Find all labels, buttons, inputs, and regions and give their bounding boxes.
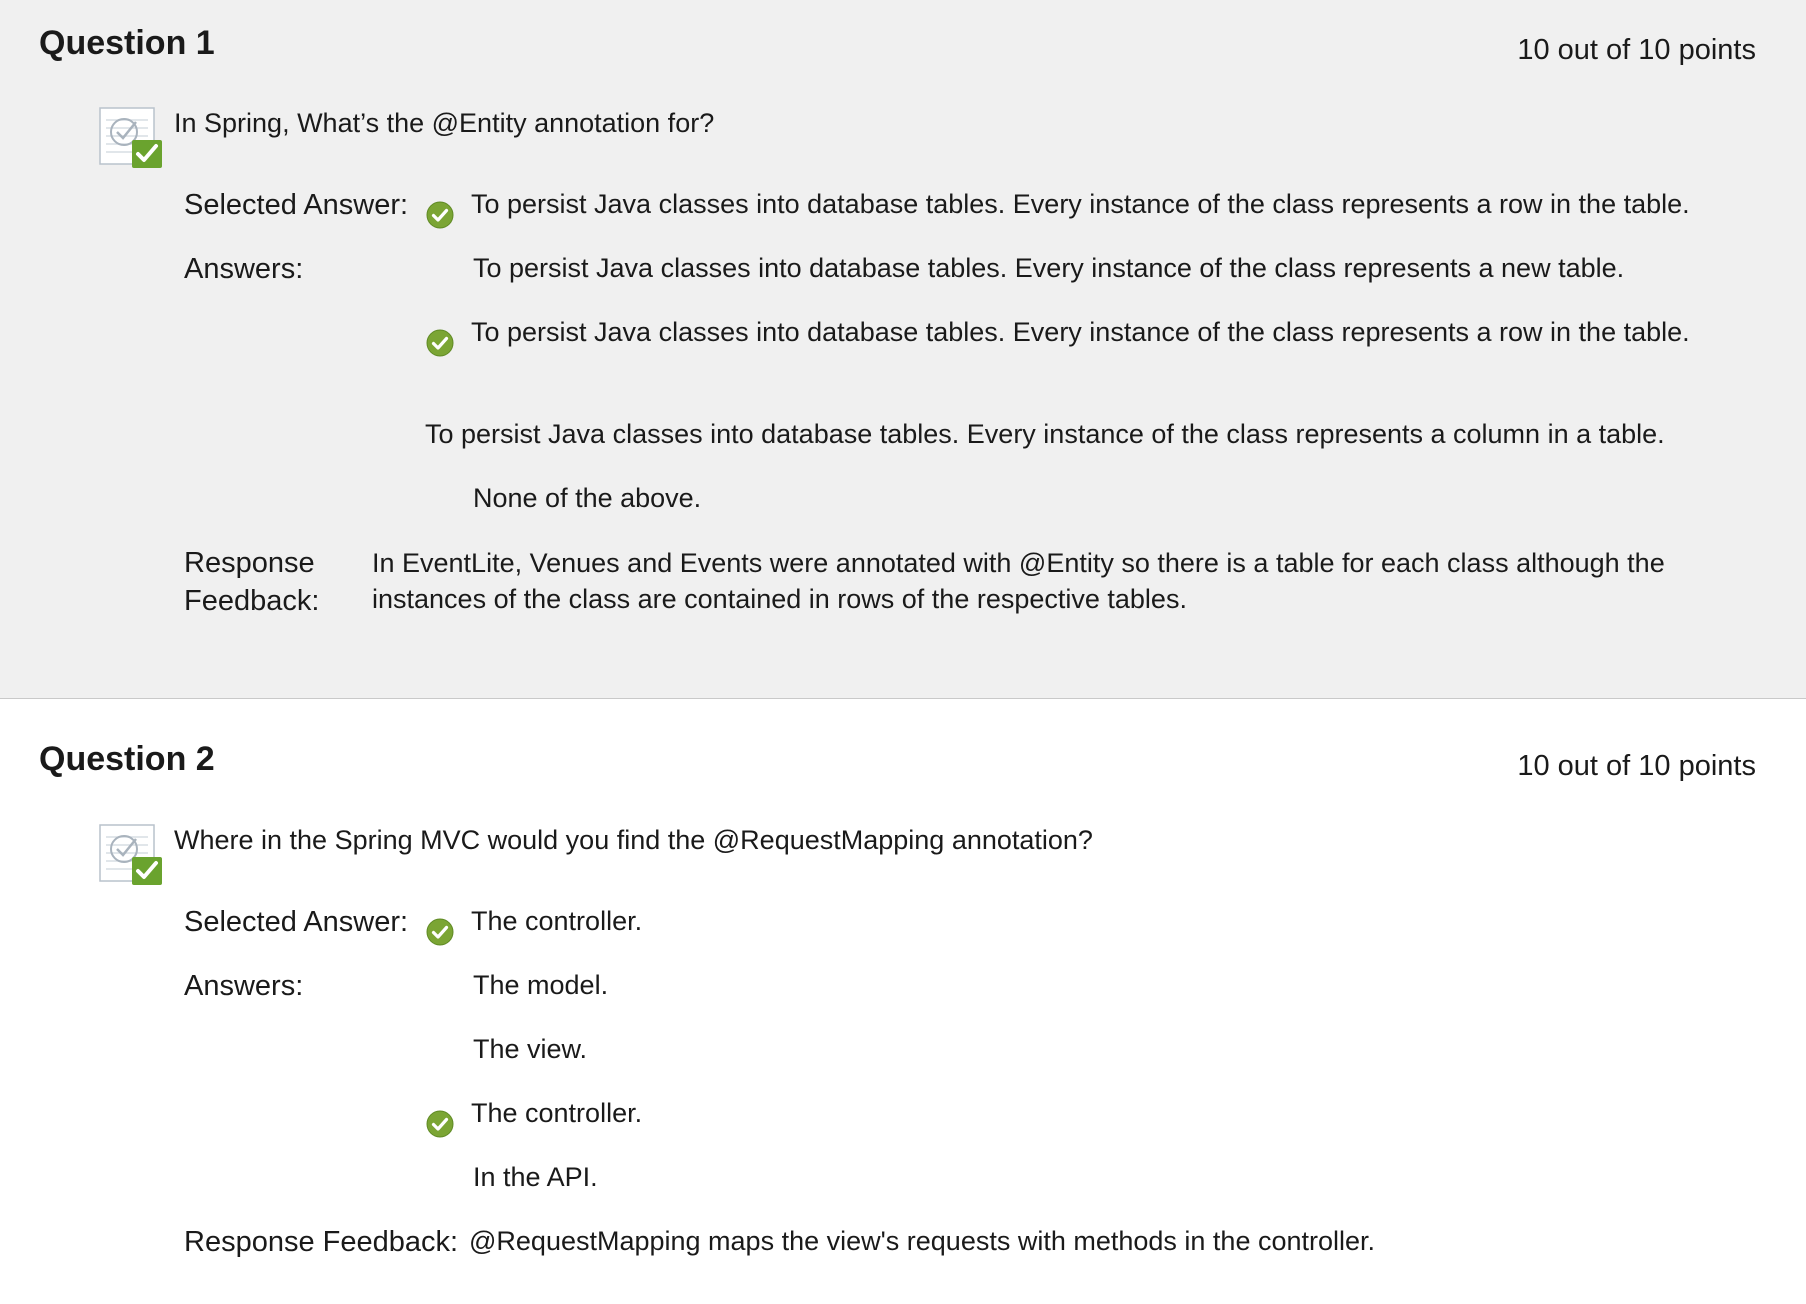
answer-option: To persist Java classes into database ta… (473, 253, 1625, 283)
answer-option-correct: The controller. (471, 1098, 643, 1128)
answer-option: None of the above. (473, 483, 702, 513)
question-1-points: 10 out of 10 points (1517, 34, 1756, 66)
question-1-title: Question 1 (39, 24, 215, 62)
answers-label: Answers: (184, 253, 304, 285)
selected-answer-text: To persist Java classes into database ta… (471, 189, 1690, 219)
question-1-text: In Spring, What’s the @Entity annotation… (174, 108, 715, 138)
correct-check-icon (426, 1110, 454, 1138)
question-2-title: Question 2 (39, 740, 215, 778)
correct-check-icon (426, 918, 454, 946)
response-feedback-label: Response Feedback: (184, 544, 319, 620)
selected-answer-label: Selected Answer: (184, 189, 409, 221)
question-1-section: Question 1 10 out of 10 points In Spring… (0, 0, 1806, 699)
question-2-points: 10 out of 10 points (1517, 750, 1756, 782)
response-feedback-text: @RequestMapping maps the view's requests… (469, 1226, 1376, 1256)
response-feedback-label-line2: Feedback: (184, 585, 320, 617)
answers-label: Answers: (184, 970, 304, 1002)
correct-check-icon (426, 201, 454, 229)
selected-answer-label: Selected Answer: (184, 906, 409, 938)
graded-correct-icon (98, 104, 164, 170)
answer-option: To persist Java classes into database ta… (425, 419, 1665, 449)
answer-option: The view. (473, 1034, 588, 1064)
answer-option: In the API. (473, 1162, 598, 1192)
answer-option: The model. (473, 970, 609, 1000)
answer-option-correct: To persist Java classes into database ta… (471, 317, 1690, 347)
graded-correct-icon (98, 821, 164, 887)
correct-check-icon (426, 329, 454, 357)
response-feedback-label: Response Feedback: (184, 1226, 459, 1258)
response-feedback-text: In EventLite, Venues and Events were ann… (372, 548, 1665, 614)
question-2-text: Where in the Spring MVC would you find t… (174, 825, 1093, 855)
response-feedback-label-line1: Response (184, 547, 315, 579)
selected-answer-text: The controller. (471, 906, 643, 936)
question-2-section: Question 2 10 out of 10 points Where in … (0, 699, 1806, 1304)
